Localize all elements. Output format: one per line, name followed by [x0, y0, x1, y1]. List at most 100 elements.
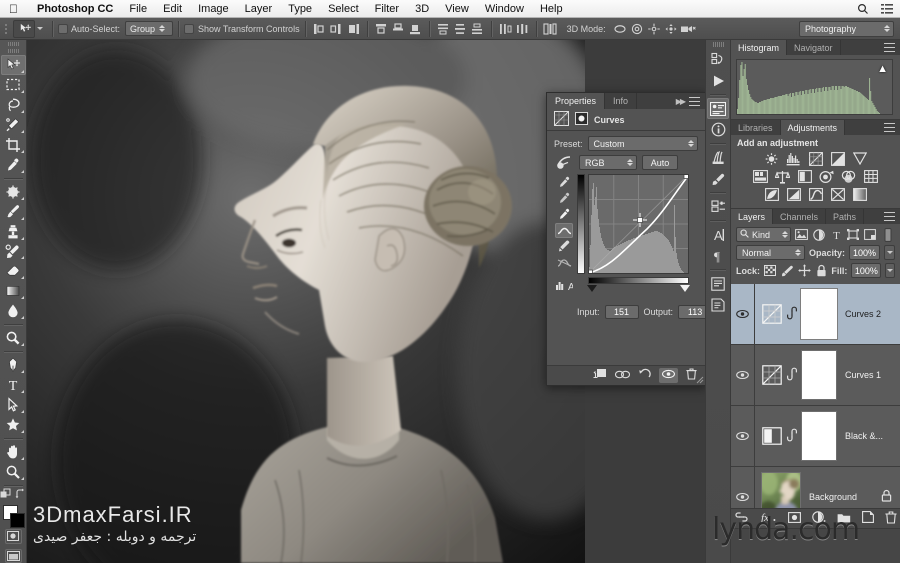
sidebar-tool-clone-stamp[interactable] [1, 222, 26, 242]
current-tool-preset[interactable] [9, 19, 47, 39]
collapse-panel-icon[interactable]: ▶▶ [676, 97, 686, 106]
menu-item-file[interactable]: File [121, 3, 155, 15]
align-horizontal-centers-icon[interactable] [328, 20, 345, 37]
distribute-horizontal-center-icon[interactable] [514, 20, 531, 37]
adjustments-panel-menu-icon[interactable] [884, 123, 895, 132]
delete-layer-icon[interactable] [885, 510, 897, 527]
threshold-icon[interactable] [807, 187, 824, 202]
menu-app-name[interactable]: Photoshop CC [29, 3, 121, 15]
distribute-vertical-center-icon[interactable] [452, 20, 469, 37]
menu-item-select[interactable]: Select [320, 3, 367, 15]
character-icon[interactable]: A [707, 224, 729, 245]
auto-select-scope-dropdown[interactable]: Group [125, 21, 174, 36]
sidebar-tool-brush[interactable] [1, 202, 26, 222]
tab-layers[interactable]: Layers [731, 209, 774, 224]
menu-item-layer[interactable]: Layer [237, 3, 281, 15]
sidebar-tool-eraser[interactable] [1, 261, 26, 281]
tab-histogram[interactable]: Histogram [731, 40, 788, 55]
character-styles-icon[interactable] [707, 273, 729, 294]
menu-item-image[interactable]: Image [190, 3, 237, 15]
white-point-handle[interactable] [680, 285, 690, 292]
table-row[interactable]: Curves 2 [731, 284, 900, 345]
layer-mask-thumbnail[interactable] [801, 411, 837, 461]
cached-data-warning-icon[interactable]: ▲ [877, 63, 888, 75]
brush-presets-icon[interactable] [707, 147, 729, 168]
align-vertical-centers-icon[interactable] [390, 20, 407, 37]
tool-preset-caret-icon[interactable] [37, 27, 43, 30]
sample-white-point-icon[interactable] [555, 207, 573, 222]
tab-navigator[interactable]: Navigator [787, 40, 841, 55]
sidebar-tool-hand[interactable] [1, 442, 26, 462]
histogram-panel-menu-icon[interactable] [884, 43, 895, 52]
sample-black-point-icon[interactable] [555, 175, 573, 190]
blend-mode-dropdown[interactable]: Normal [736, 245, 805, 260]
smooth-curve-icon[interactable] [555, 255, 573, 270]
auto-select-checkbox[interactable] [58, 23, 68, 34]
dock-rail-gripper[interactable] [712, 42, 724, 47]
color-lookup-icon[interactable] [862, 169, 879, 184]
curves-icon[interactable] [807, 151, 824, 166]
auto-button[interactable]: Auto [642, 155, 678, 170]
spotlight-search-icon[interactable] [857, 3, 869, 15]
tab-properties[interactable]: Properties [547, 93, 606, 109]
edit-points-icon[interactable] [555, 223, 573, 238]
sidebar-tool-zoom[interactable] [1, 462, 26, 482]
layer-visibility-toggle[interactable] [731, 406, 755, 466]
fill-value[interactable]: 100% [851, 263, 882, 278]
layer-kind-filter[interactable]: Kind [736, 227, 792, 242]
curves-plot[interactable] [588, 174, 689, 274]
menu-item-3d[interactable]: 3D [407, 3, 437, 15]
input-value-field[interactable]: 151 [604, 305, 639, 319]
info-icon[interactable] [707, 119, 729, 140]
sidebar-tool-quick-selection[interactable] [1, 115, 26, 135]
menu-item-view[interactable]: View [437, 3, 477, 15]
auto-align-layers-icon[interactable] [542, 20, 559, 37]
curves-adjustment-icon[interactable] [761, 303, 783, 325]
menu-item-help[interactable]: Help [532, 3, 571, 15]
selective-color-icon[interactable] [829, 187, 846, 202]
distribute-top-icon[interactable] [435, 20, 452, 37]
menu-item-filter[interactable]: Filter [367, 3, 407, 15]
invert-icon[interactable] [763, 187, 780, 202]
color-swatches[interactable] [1, 504, 26, 529]
menu-item-type[interactable]: Type [280, 3, 320, 15]
channel-dropdown[interactable]: RGB [579, 155, 637, 170]
sidebar-tool-lasso[interactable] [1, 95, 26, 115]
brightness-contrast-icon[interactable] [763, 151, 780, 166]
curves-graph[interactable] [577, 174, 690, 292]
distribute-left-icon[interactable] [497, 20, 514, 37]
layer-visibility-toggle[interactable] [731, 345, 755, 405]
levels-icon[interactable] [785, 151, 802, 166]
distribute-bottom-icon[interactable] [469, 20, 486, 37]
sidebar-tool-gradient[interactable] [1, 281, 26, 301]
filter-pixel-icon[interactable] [795, 227, 809, 242]
apple-logo-icon[interactable]:  [0, 3, 29, 15]
sidebar-tool-horizontal-type[interactable]: T [1, 375, 26, 395]
lock-position-icon[interactable] [797, 263, 811, 278]
toggle-preview-eye-icon[interactable] [614, 369, 631, 383]
workspace-switcher[interactable]: Photography [799, 20, 894, 37]
align-left-edges-icon[interactable] [311, 20, 328, 37]
color-balance-icon[interactable] [774, 169, 791, 184]
new-layer-icon[interactable] [862, 511, 874, 526]
black-point-handle[interactable] [587, 285, 597, 292]
sidebar-tool-crop[interactable] [1, 135, 26, 155]
properties-icon[interactable] [707, 98, 729, 119]
panel-menu-icon[interactable] [689, 96, 700, 106]
reset-icon[interactable] [638, 368, 651, 383]
curve-editor[interactable]: A [554, 174, 698, 292]
sidebar-tool-move[interactable] [0, 54, 26, 75]
tools-panel-gripper[interactable] [0, 40, 26, 47]
draw-pencil-icon[interactable] [555, 239, 573, 254]
black-and-white-adjustment-icon[interactable] [761, 425, 783, 447]
on-image-adjustment-icon[interactable] [554, 155, 574, 170]
show-transform-controls-checkbox[interactable] [184, 23, 195, 34]
lock-all-icon[interactable] [815, 263, 828, 278]
notification-center-icon[interactable] [881, 3, 893, 14]
history-icon[interactable] [707, 49, 729, 70]
sidebar-tool-spot-healing-brush[interactable] [1, 182, 26, 202]
layer-visibility-toggle[interactable] [731, 284, 755, 344]
sidebar-tool-eyedropper[interactable] [1, 155, 26, 175]
align-bottom-edges-icon[interactable] [407, 20, 424, 37]
paragraph-styles-icon[interactable] [707, 294, 729, 315]
